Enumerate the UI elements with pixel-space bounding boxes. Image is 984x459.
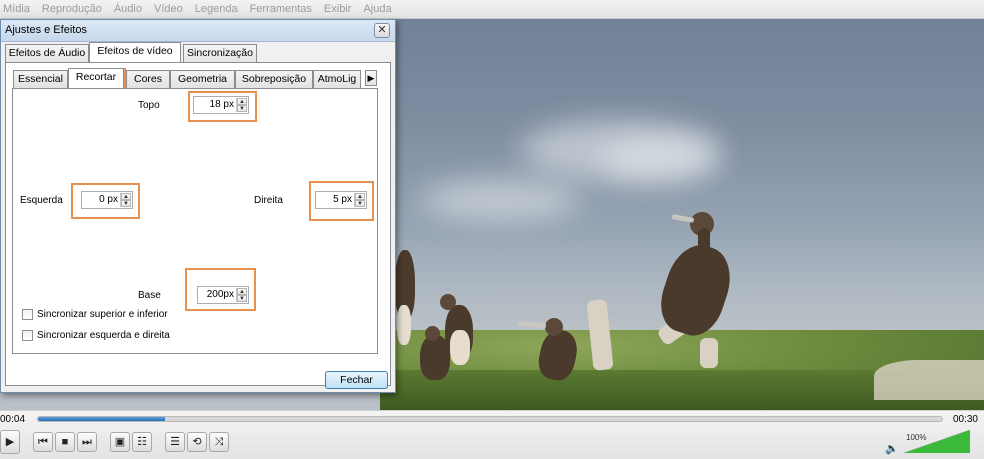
menu-subtitle[interactable]: Legenda: [195, 3, 238, 15]
dialog-titlebar[interactable]: Ajustes e Efeitos ✕: [1, 20, 395, 42]
player-controls: 00:04 00:30 ▶ ⏮ ■ ⏭ ▣ ☷ ☰ ⟲ ⤨ 🔈 100%: [0, 410, 984, 459]
checkbox-icon[interactable]: [22, 330, 33, 341]
bottom-highlight: [185, 268, 256, 311]
left-label: Esquerda: [20, 195, 63, 206]
speaker-icon[interactable]: 🔈: [885, 442, 899, 455]
tab-video-effects[interactable]: Efeitos de vídeo: [89, 42, 181, 62]
tab-overlay[interactable]: Sobreposição: [235, 70, 313, 88]
menu-view[interactable]: Exibir: [324, 3, 352, 15]
seek-progress: [38, 417, 165, 421]
playlist-icon[interactable]: ☰: [165, 432, 185, 452]
elapsed-time: 00:04: [0, 414, 26, 425]
next-icon[interactable]: ⏭: [77, 432, 97, 452]
sync-left-right-checkbox[interactable]: Sincronizar esquerda e direita: [22, 330, 170, 341]
menu-audio[interactable]: Áudio: [114, 3, 142, 15]
seek-bar[interactable]: [37, 416, 943, 422]
menu-video[interactable]: Vídeo: [154, 3, 183, 15]
tab-geometry[interactable]: Geometria: [170, 70, 235, 88]
play-icon[interactable]: ▶: [0, 430, 20, 454]
menu-media[interactable]: Mídia: [3, 3, 30, 15]
top-highlight: [188, 91, 257, 122]
close-icon[interactable]: ✕: [374, 23, 390, 38]
tab-atmolight[interactable]: AtmoLig: [313, 70, 361, 88]
extended-settings-icon[interactable]: ☷: [132, 432, 152, 452]
dialog-title: Ajustes e Efeitos: [5, 24, 87, 36]
sync-top-bottom-label: Sincronizar superior e inferior: [37, 309, 168, 320]
shuffle-icon[interactable]: ⤨: [209, 432, 229, 452]
tab-essential[interactable]: Essencial: [13, 70, 68, 88]
effects-dialog: Ajustes e Efeitos ✕ Efeitos de Áudio Efe…: [0, 19, 396, 393]
menu-playback[interactable]: Reprodução: [42, 3, 102, 15]
bottom-label: Base: [138, 290, 161, 301]
sync-top-bottom-checkbox[interactable]: Sincronizar superior e inferior: [22, 309, 168, 320]
menu-tools[interactable]: Ferramentas: [250, 3, 312, 15]
top-label: Topo: [138, 100, 160, 111]
right-label: Direita: [254, 195, 283, 206]
tab-colors[interactable]: Cores: [126, 70, 170, 88]
tab-scroll-right-icon[interactable]: ▶: [365, 70, 377, 86]
left-highlight: [71, 183, 140, 219]
tab-crop[interactable]: Recortar: [68, 68, 124, 88]
sync-left-right-label: Sincronizar esquerda e direita: [37, 330, 170, 341]
right-highlight: [309, 181, 374, 221]
sub-tabs: Essencial Recortar Cores Geometria Sobre…: [11, 68, 391, 88]
fullscreen-icon[interactable]: ▣: [110, 432, 130, 452]
checkbox-icon[interactable]: [22, 309, 33, 320]
loop-icon[interactable]: ⟲: [187, 432, 207, 452]
volume-slider[interactable]: [904, 430, 970, 453]
previous-icon[interactable]: ⏮: [33, 432, 53, 452]
menu-bar: Mídia Reprodução Áudio Vídeo Legenda Fer…: [0, 0, 984, 19]
stop-icon[interactable]: ■: [55, 432, 75, 452]
menu-help[interactable]: Ajuda: [363, 3, 391, 15]
close-button[interactable]: Fechar: [325, 371, 388, 389]
tab-synchronization[interactable]: Sincronização: [183, 44, 257, 62]
total-time: 00:30: [952, 414, 978, 425]
tab-audio-effects[interactable]: Efeitos de Áudio: [5, 44, 89, 62]
